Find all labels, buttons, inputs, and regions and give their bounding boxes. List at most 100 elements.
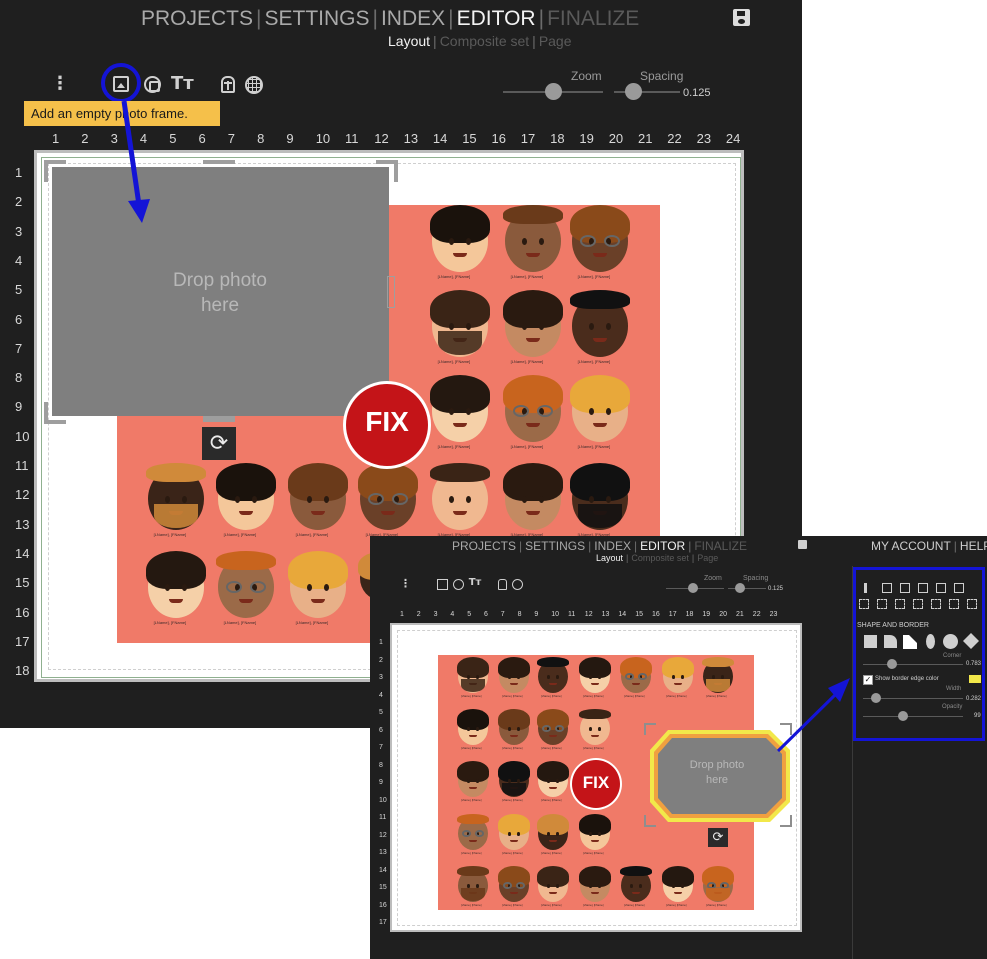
mouth-shape	[510, 683, 518, 686]
inset-text-icon[interactable]: Tт	[468, 578, 482, 588]
eye-shape	[589, 884, 592, 888]
show-border-checkbox[interactable]: ✓	[863, 675, 873, 685]
panel-paint-roller-icon[interactable]	[949, 599, 959, 609]
corner-slider[interactable]	[887, 659, 897, 669]
frame-handle[interactable]	[203, 416, 235, 422]
frame-handle[interactable]	[387, 276, 395, 308]
hair-shape	[536, 866, 570, 887]
panel-more-vertical-icon[interactable]	[864, 583, 867, 593]
panel-pattern-icon[interactable]	[913, 599, 923, 609]
eye-shape	[672, 884, 675, 888]
inset-name-tag-icon[interactable]	[498, 579, 507, 590]
name-label: [LName], [FName]	[437, 359, 471, 365]
photo-frame-placeholder: Drop photo here	[172, 270, 267, 316]
rotate-button[interactable]: ⟳	[202, 427, 236, 460]
eye-shape	[598, 832, 601, 836]
shape-circle-option[interactable]	[943, 634, 958, 649]
inset-zoom-slider[interactable]	[688, 583, 698, 593]
inset-nav-projects[interactable]: PROJECTS	[452, 539, 516, 553]
inset-subnav-layout[interactable]: Layout	[596, 553, 623, 563]
shape-diamond-option[interactable]	[963, 633, 979, 649]
panel-frame-icon[interactable]	[859, 599, 869, 609]
nav-settings[interactable]: SETTINGS	[264, 7, 369, 30]
border-color-swatch[interactable]	[969, 675, 981, 683]
frame-handle[interactable]	[44, 402, 66, 424]
spacing-slider-track	[614, 91, 680, 93]
inset-frame-handle[interactable]	[780, 815, 792, 827]
shape-rounded-option[interactable]	[884, 635, 897, 648]
inset-account-nav: MY ACCOUNT|HELP	[871, 539, 987, 553]
mouth-shape	[591, 840, 599, 843]
ruler-tick: 14	[432, 131, 448, 146]
inset-nav-index[interactable]: INDEX	[594, 539, 631, 553]
panel-border-top-icon[interactable]	[882, 583, 892, 593]
eye-shape	[681, 884, 684, 888]
inset-subnav-page[interactable]: Page	[697, 553, 718, 563]
nav-help[interactable]: HELP	[960, 539, 987, 553]
frame-handle[interactable]	[203, 160, 235, 170]
ruler-tick: 2	[15, 194, 23, 210]
shape-square-option[interactable]	[864, 635, 877, 648]
panel-copy-icon[interactable]	[954, 583, 964, 593]
ruler-tick: 17	[520, 131, 536, 146]
subnav-layout[interactable]: Layout	[388, 33, 430, 49]
inset-photo-frame-icon[interactable]	[437, 579, 448, 590]
text-icon[interactable]: Tт	[171, 75, 194, 93]
hair-shape	[497, 709, 531, 730]
mouth-shape	[169, 599, 183, 603]
ruler-tick: 13	[379, 849, 387, 856]
ruler-tick: 5	[169, 131, 177, 146]
shape-cut-corner-option[interactable]	[903, 635, 917, 649]
inset-frame-handle[interactable]	[644, 815, 656, 827]
panel-sliders-icon[interactable]	[967, 599, 977, 609]
name-tag-icon[interactable]	[221, 76, 235, 93]
inset-shape-frame-icon[interactable]	[453, 579, 464, 590]
shape-frame-icon[interactable]	[144, 76, 161, 93]
spacing-slider[interactable]	[625, 83, 642, 100]
student-portrait	[569, 375, 631, 442]
zoom-slider[interactable]	[545, 83, 562, 100]
ruler-tick: 9	[534, 611, 539, 618]
frame-handle[interactable]	[44, 160, 66, 182]
panel-fill-icon[interactable]	[900, 583, 910, 593]
eye-shape	[556, 832, 559, 836]
arrow-annotation	[121, 100, 150, 223]
inset-nav-finalize[interactable]: FINALIZE	[694, 539, 747, 553]
subnav-page[interactable]: Page	[539, 33, 572, 49]
inset-frame-handle[interactable]	[644, 723, 656, 735]
panel-select-icon[interactable]	[936, 583, 946, 593]
ruler-tick: 6	[379, 726, 383, 734]
inset-grid-icon[interactable]	[512, 579, 523, 590]
panel-frame-alt-icon[interactable]	[877, 599, 887, 609]
name-label: [LName], [FName]	[583, 903, 604, 907]
nav-editor[interactable]: EDITOR	[457, 7, 536, 30]
panel-chart-icon[interactable]	[918, 583, 928, 593]
mouth-shape	[510, 735, 518, 738]
more-vertical-icon[interactable]: ⋮	[51, 75, 69, 93]
ruler-tick: 7	[227, 131, 236, 146]
grid-icon[interactable]	[245, 76, 263, 94]
inset-nav-editor[interactable]: EDITOR	[640, 539, 685, 553]
inset-subnav-composite-set[interactable]: Composite set	[631, 553, 689, 563]
subnav-composite-set[interactable]: Composite set	[440, 33, 529, 49]
shape-oval-option[interactable]	[926, 634, 935, 649]
nav-my-account[interactable]: MY ACCOUNT	[871, 539, 951, 553]
panel-image-icon[interactable]	[895, 599, 905, 609]
panel-text-color-icon[interactable]	[931, 599, 941, 609]
name-label: [LName], [FName]	[541, 851, 562, 855]
mouth-shape	[526, 511, 540, 515]
inset-spacing-slider[interactable]	[735, 583, 745, 593]
save-icon[interactable]	[733, 9, 750, 26]
nav-index[interactable]: INDEX	[381, 7, 445, 30]
inset-more-vertical-icon[interactable]: ⋮	[400, 578, 411, 589]
nav-projects[interactable]: PROJECTS	[141, 7, 253, 30]
ruler-tick: 2	[416, 611, 421, 618]
name-label: [LName], [FName]	[502, 694, 523, 698]
inset-nav-settings[interactable]: SETTINGS	[525, 539, 585, 553]
nav-finalize[interactable]: FINALIZE	[547, 7, 639, 30]
opacity-slider[interactable]	[898, 711, 908, 721]
width-slider[interactable]	[871, 693, 881, 703]
frame-handle[interactable]	[376, 160, 398, 182]
inset-rotate-button[interactable]: ⟳	[708, 828, 728, 847]
inset-save-icon[interactable]	[798, 540, 807, 549]
